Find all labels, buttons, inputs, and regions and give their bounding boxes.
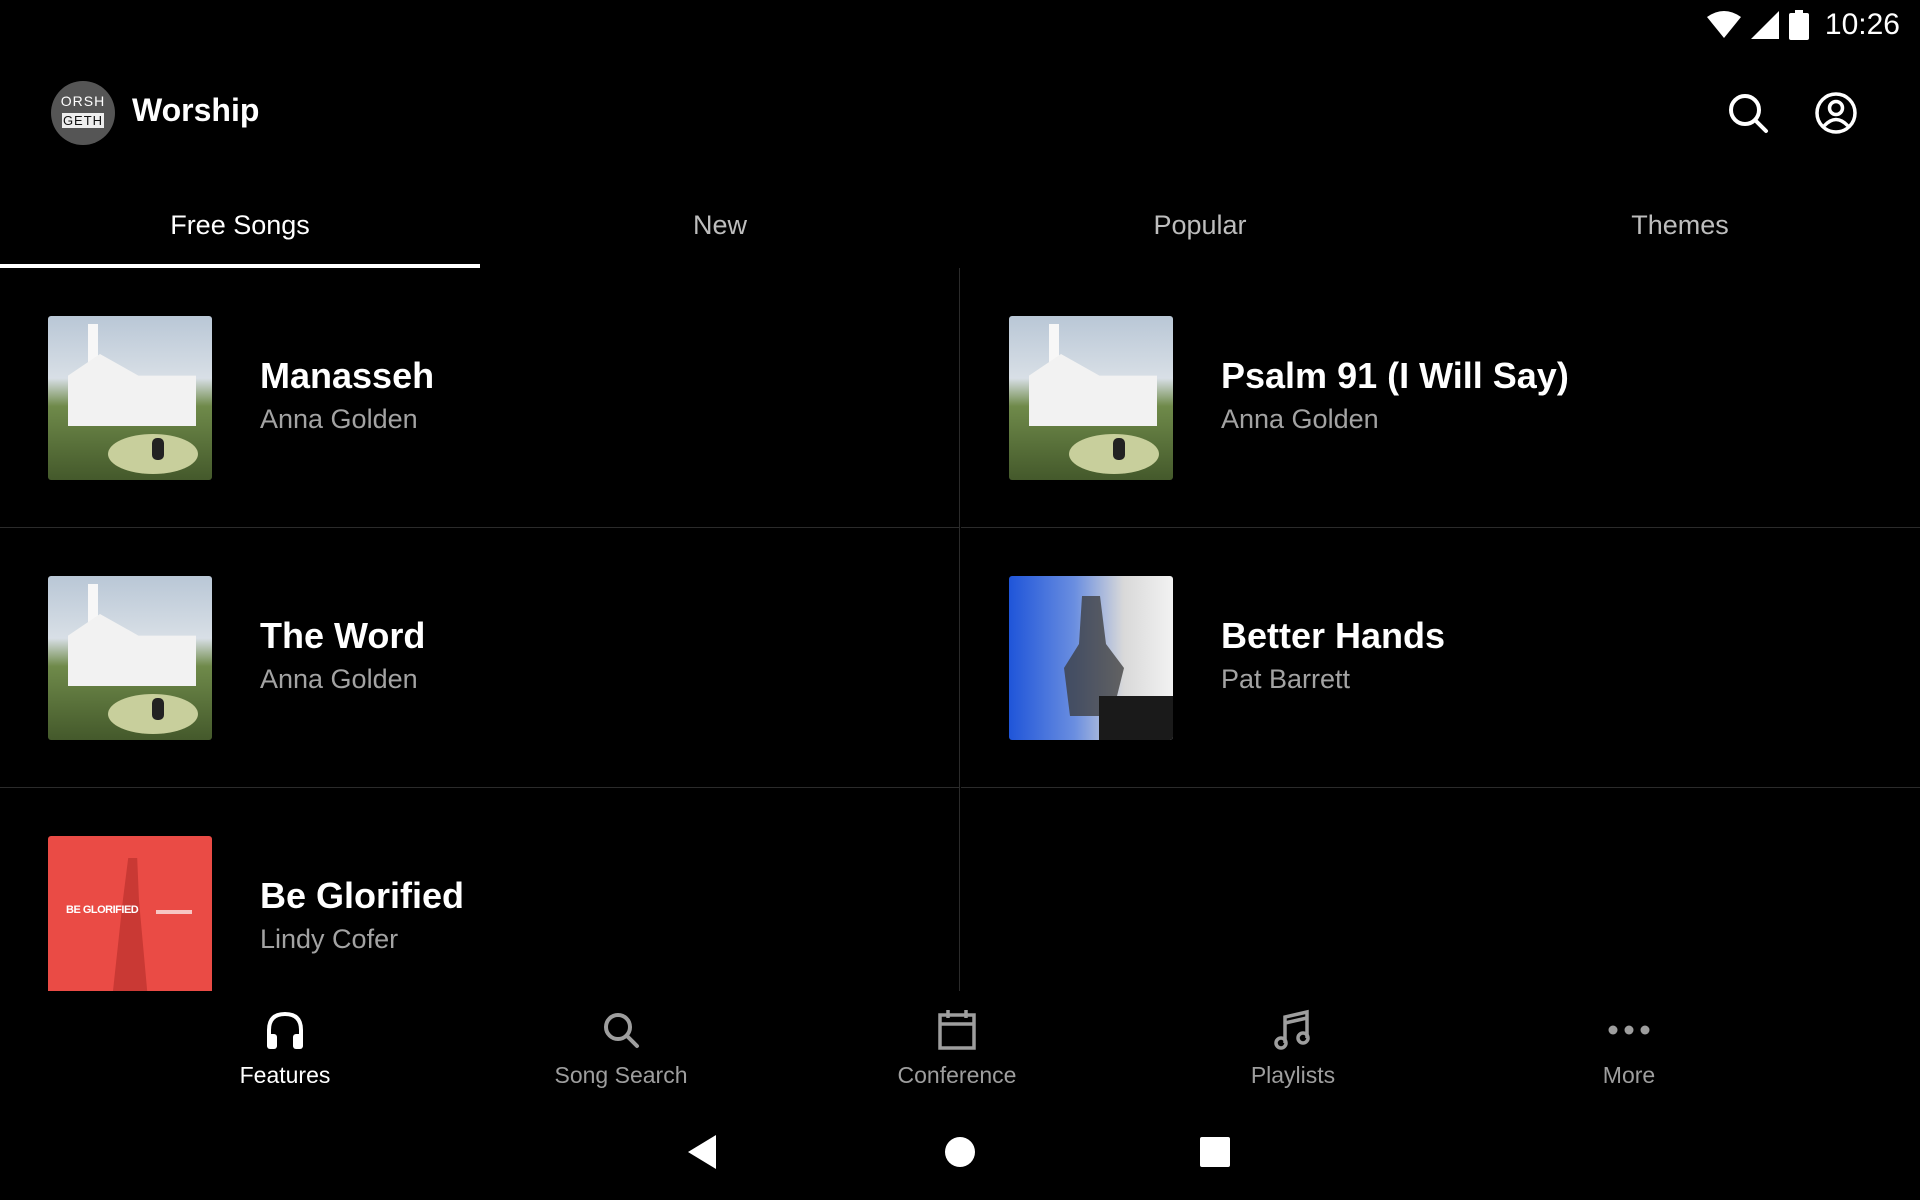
nav-playlists[interactable]: Playlists xyxy=(1125,1000,1461,1100)
nav-label: Song Search xyxy=(554,1062,688,1088)
search-icon xyxy=(1729,94,1768,133)
wifi-icon xyxy=(1706,11,1741,38)
song-artist: Anna Golden xyxy=(260,664,418,694)
music-note-icon xyxy=(1274,1009,1310,1050)
status-icons: 10:26 xyxy=(1706,6,1900,44)
recents-button[interactable] xyxy=(1193,1130,1237,1174)
cellular-signal-icon xyxy=(1750,11,1779,39)
logo-text-bottom: GETH xyxy=(62,113,104,128)
back-button[interactable] xyxy=(680,1130,724,1174)
nav-features[interactable]: Features xyxy=(117,1000,453,1100)
song-title: Better Hands xyxy=(1221,615,1446,656)
nav-label: Playlists xyxy=(1250,1062,1336,1088)
song-artist: Lindy Cofer xyxy=(260,924,399,954)
song-card[interactable]: The Word Anna Golden xyxy=(0,528,960,788)
album-art xyxy=(1009,576,1173,740)
nav-label: Features xyxy=(239,1062,331,1088)
home-button[interactable] xyxy=(938,1130,982,1174)
song-card[interactable]: Psalm 91 (I Will Say) Anna Golden xyxy=(961,268,1920,528)
song-title: Manasseh xyxy=(260,355,435,396)
search-button[interactable] xyxy=(1723,88,1773,138)
logo-text-top: ORSH xyxy=(60,93,106,109)
account-circle-icon xyxy=(1815,92,1857,134)
album-art-text: BE GLORIFIED xyxy=(66,904,139,916)
more-horizontal-icon xyxy=(1608,1025,1650,1035)
system-navigation-bar xyxy=(0,1122,1920,1182)
album-art: BE GLORIFIED xyxy=(48,836,212,991)
song-artist: Anna Golden xyxy=(1221,404,1379,434)
song-title: Be Glorified xyxy=(260,875,465,916)
category-tabs: Free Songs New Popular Themes xyxy=(0,182,1920,268)
battery-icon xyxy=(1788,10,1809,40)
song-card[interactable]: BE GLORIFIED Be Glorified Lindy Cofer xyxy=(0,788,960,991)
album-art xyxy=(1009,316,1173,480)
song-title: Psalm 91 (I Will Say) xyxy=(1221,355,1569,396)
status-bar: 10:26 xyxy=(0,0,1920,50)
tab-new[interactable]: New xyxy=(480,182,960,268)
tab-popular[interactable]: Popular xyxy=(960,182,1440,268)
nav-label: More xyxy=(1602,1062,1656,1088)
app-header: ORSH GETH Worship xyxy=(0,78,1920,148)
album-art xyxy=(48,316,212,480)
song-grid: Manasseh Anna Golden Psalm 91 (I Will Sa… xyxy=(0,268,1920,991)
nav-song-search[interactable]: Song Search xyxy=(453,1000,789,1100)
search-icon xyxy=(604,1013,639,1048)
song-card[interactable]: Manasseh Anna Golden xyxy=(0,268,960,528)
tab-themes[interactable]: Themes xyxy=(1440,182,1920,268)
status-clock: 10:26 xyxy=(1824,8,1900,41)
nav-more[interactable]: More xyxy=(1461,1000,1797,1100)
bottom-navigation: Features Song Search Conference Playlist… xyxy=(0,1000,1920,1100)
home-circle-icon xyxy=(945,1137,975,1167)
song-card[interactable]: Better Hands Pat Barrett xyxy=(961,528,1920,788)
headphones-icon xyxy=(267,1011,303,1049)
song-artist: Pat Barrett xyxy=(1221,664,1351,694)
calendar-icon xyxy=(938,1010,976,1050)
app-title: Worship xyxy=(132,92,260,128)
nav-conference[interactable]: Conference xyxy=(789,1000,1125,1100)
account-button[interactable] xyxy=(1811,88,1861,138)
album-art xyxy=(48,576,212,740)
tab-free-songs[interactable]: Free Songs xyxy=(0,182,480,268)
song-title: The Word xyxy=(260,615,426,656)
song-artist: Anna Golden xyxy=(260,404,418,434)
app-logo[interactable]: ORSH GETH xyxy=(51,81,115,145)
back-triangle-icon xyxy=(688,1135,716,1169)
recents-square-icon xyxy=(1200,1137,1230,1167)
nav-label: Conference xyxy=(897,1062,1017,1088)
